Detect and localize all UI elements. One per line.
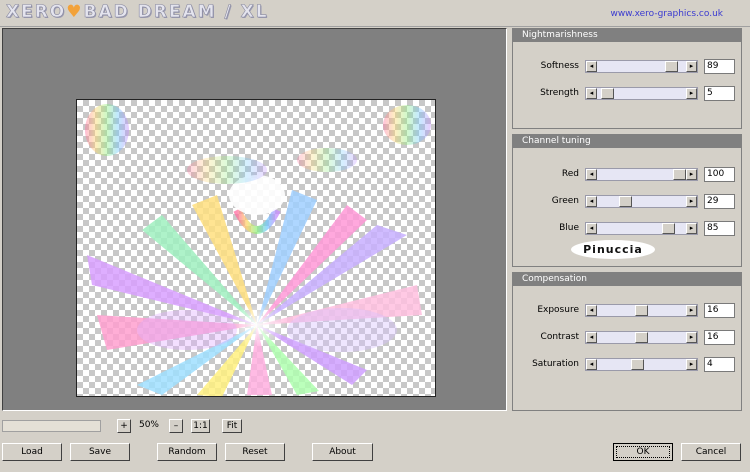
preview-area[interactable] bbox=[2, 28, 507, 411]
panel-title-nightmarishness: Nightmarishness bbox=[513, 29, 741, 42]
zoom-in-button[interactable]: + bbox=[117, 419, 131, 433]
row-blue: Blue ◂ ▸ 85 bbox=[513, 221, 741, 237]
green-left-arrow-icon[interactable]: ◂ bbox=[586, 196, 597, 207]
load-button[interactable]: Load bbox=[2, 443, 62, 461]
exposure-label: Exposure bbox=[537, 305, 579, 315]
row-strength: Strength ◂ ▸ 5 bbox=[513, 86, 741, 102]
zoom-level: 50% bbox=[138, 420, 159, 430]
softness-left-arrow-icon[interactable]: ◂ bbox=[586, 61, 597, 72]
row-red: Red ◂ ▸ 100 bbox=[513, 167, 741, 183]
title-part1: XERO bbox=[6, 2, 67, 23]
blue-slider-thumb[interactable] bbox=[661, 223, 675, 234]
save-button[interactable]: Save bbox=[70, 443, 130, 461]
panel-compensation: Compensation Exposure ◂ ▸ 16 Contrast ◂ … bbox=[512, 272, 742, 411]
zoom-actual-size-button[interactable]: 1:1 bbox=[191, 419, 210, 433]
strength-left-arrow-icon[interactable]: ◂ bbox=[586, 88, 597, 99]
row-softness: Softness ◂ ▸ 89 bbox=[513, 59, 741, 75]
exposure-slider-thumb[interactable] bbox=[635, 305, 648, 316]
strength-value-field[interactable]: 5 bbox=[704, 86, 735, 101]
red-label: Red bbox=[561, 169, 579, 179]
red-slider-thumb[interactable] bbox=[673, 169, 686, 180]
signature-watermark: Pinuccia bbox=[571, 240, 655, 259]
preview-image bbox=[85, 104, 431, 396]
softness-label: Softness bbox=[540, 61, 579, 71]
random-button[interactable]: Random bbox=[157, 443, 217, 461]
contrast-left-arrow-icon[interactable]: ◂ bbox=[586, 332, 597, 343]
contrast-value-field[interactable]: 16 bbox=[704, 330, 735, 345]
softness-value-field[interactable]: 89 bbox=[704, 59, 735, 74]
red-value-field[interactable]: 100 bbox=[704, 167, 735, 182]
red-right-arrow-icon[interactable]: ▸ bbox=[686, 169, 697, 180]
preview-canvas[interactable] bbox=[76, 99, 436, 397]
saturation-label: Saturation bbox=[532, 359, 579, 369]
contrast-slider[interactable]: ◂ ▸ bbox=[585, 331, 698, 344]
row-exposure: Exposure ◂ ▸ 16 bbox=[513, 303, 741, 319]
heart-icon: ♥ bbox=[66, 2, 84, 22]
title-part2: BAD DREAM / XL bbox=[83, 2, 269, 23]
green-slider[interactable]: ◂ ▸ bbox=[585, 195, 698, 208]
contrast-right-arrow-icon[interactable]: ▸ bbox=[686, 332, 697, 343]
blue-right-arrow-icon[interactable]: ▸ bbox=[686, 223, 697, 234]
strength-right-arrow-icon[interactable]: ▸ bbox=[686, 88, 697, 99]
strength-slider[interactable]: ◂ ▸ bbox=[585, 87, 698, 100]
saturation-right-arrow-icon[interactable]: ▸ bbox=[686, 359, 697, 370]
exposure-left-arrow-icon[interactable]: ◂ bbox=[586, 305, 597, 316]
green-label: Green bbox=[551, 196, 579, 206]
saturation-slider-thumb[interactable] bbox=[631, 359, 645, 370]
softness-right-arrow-icon[interactable]: ▸ bbox=[686, 61, 697, 72]
website-link[interactable]: www.xero-graphics.co.uk bbox=[610, 9, 723, 19]
exposure-right-arrow-icon[interactable]: ▸ bbox=[686, 305, 697, 316]
contrast-label: Contrast bbox=[540, 332, 579, 342]
green-right-arrow-icon[interactable]: ▸ bbox=[686, 196, 697, 207]
red-slider[interactable]: ◂ ▸ bbox=[585, 168, 698, 181]
saturation-value-field[interactable]: 4 bbox=[704, 357, 735, 372]
row-green: Green ◂ ▸ 29 bbox=[513, 194, 741, 210]
title-bar: XERO♥BAD DREAM / XL www.xero-graphics.co… bbox=[0, 0, 750, 27]
red-left-arrow-icon[interactable]: ◂ bbox=[586, 169, 597, 180]
saturation-slider[interactable]: ◂ ▸ bbox=[585, 358, 698, 371]
saturation-left-arrow-icon[interactable]: ◂ bbox=[586, 359, 597, 370]
panel-title-channel-tuning: Channel tuning bbox=[513, 135, 741, 148]
green-slider-thumb[interactable] bbox=[619, 196, 633, 207]
exposure-value-field[interactable]: 16 bbox=[704, 303, 735, 318]
cancel-button[interactable]: Cancel bbox=[681, 443, 741, 461]
strength-label: Strength bbox=[540, 88, 579, 98]
strength-slider-thumb[interactable] bbox=[600, 88, 614, 99]
contrast-slider-thumb[interactable] bbox=[635, 332, 648, 343]
reset-button[interactable]: Reset bbox=[225, 443, 285, 461]
blue-left-arrow-icon[interactable]: ◂ bbox=[586, 223, 597, 234]
ok-button[interactable]: OK bbox=[613, 443, 673, 461]
green-value-field[interactable]: 29 bbox=[704, 194, 735, 209]
blue-value-field[interactable]: 85 bbox=[704, 221, 735, 236]
progress-status-field bbox=[2, 420, 101, 432]
row-saturation: Saturation ◂ ▸ 4 bbox=[513, 357, 741, 373]
panel-nightmarishness: Nightmarishness Softness ◂ ▸ 89 Strength… bbox=[512, 28, 742, 129]
panel-title-compensation: Compensation bbox=[513, 273, 741, 286]
about-button[interactable]: About bbox=[312, 443, 373, 461]
app-logo-title: XERO♥BAD DREAM / XL bbox=[6, 2, 269, 23]
row-contrast: Contrast ◂ ▸ 16 bbox=[513, 330, 741, 346]
exposure-slider[interactable]: ◂ ▸ bbox=[585, 304, 698, 317]
blue-label: Blue bbox=[559, 223, 579, 233]
softness-slider-thumb[interactable] bbox=[664, 61, 678, 72]
softness-slider[interactable]: ◂ ▸ bbox=[585, 60, 698, 73]
zoom-out-button[interactable]: – bbox=[169, 419, 183, 433]
blue-slider[interactable]: ◂ ▸ bbox=[585, 222, 698, 235]
zoom-fit-button[interactable]: Fit bbox=[222, 419, 242, 433]
